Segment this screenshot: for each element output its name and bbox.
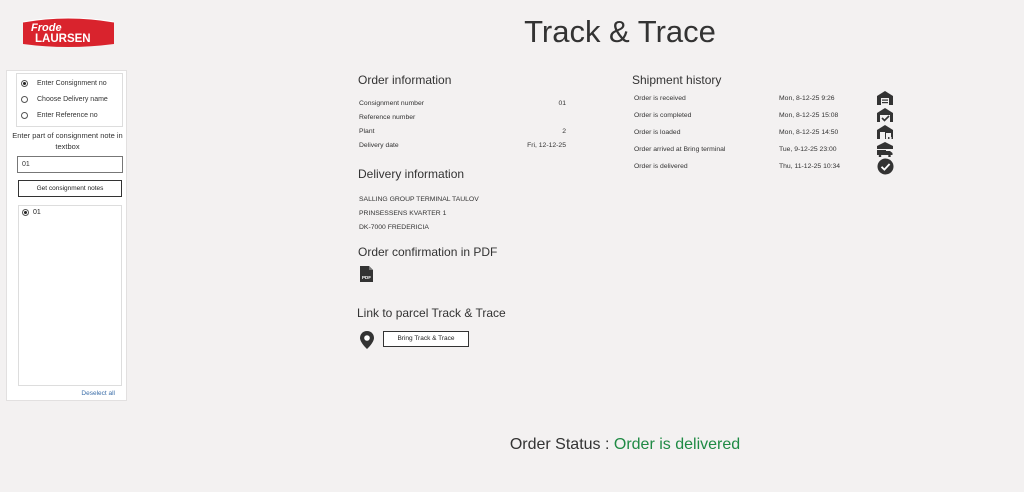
bring-track-trace-button[interactable]: Bring Track & Trace [383, 331, 469, 347]
delivery-address-line: SALLING GROUP TERMINAL TAULOV [359, 196, 479, 203]
order-row-value: 2 [562, 128, 566, 135]
option-reference[interactable]: Enter Reference no [21, 112, 98, 119]
radio-icon[interactable] [21, 80, 28, 87]
delivery-info-heading: Delivery information [358, 167, 465, 181]
history-event: Order is received [634, 95, 686, 102]
loading-icon [876, 124, 894, 140]
truck-terminal-icon [876, 141, 894, 158]
warehouse-done-icon [876, 107, 894, 123]
radio-icon[interactable] [21, 112, 28, 119]
order-info-heading: Order information [358, 73, 452, 87]
delivered-check-icon [877, 158, 894, 175]
list-item[interactable]: 01 [22, 209, 41, 216]
order-row-label: Consignment number [359, 100, 424, 107]
page-title: Track & Trace [524, 14, 716, 49]
order-row-value: 01 [558, 100, 566, 107]
svg-text:LAURSEN: LAURSEN [35, 33, 91, 45]
shipment-history-heading: Shipment history [632, 73, 722, 87]
history-time: Tue, 9-12-25 23:00 [779, 146, 837, 153]
history-event: Order is loaded [634, 129, 681, 136]
history-time: Thu, 11-12-25 10:34 [779, 163, 841, 170]
company-logo: Frode LAURSEN [21, 14, 116, 50]
order-status-value: Order is delivered [613, 436, 741, 453]
search-sidebar: Enter Consignment no Choose Delivery nam… [6, 70, 127, 401]
order-row-value: Fri, 12-12-25 [527, 142, 566, 149]
history-event: Order is delivered [634, 163, 688, 170]
history-event: Order arrived at Bring terminal [634, 146, 726, 153]
order-status-label: Order Status : [509, 436, 610, 453]
history-time: Mon, 8-12-25 14:50 [779, 129, 839, 136]
option-delivery-name[interactable]: Choose Delivery name [21, 96, 108, 103]
history-time: Mon, 8-12-25 15:08 [779, 112, 839, 119]
history-event: Order is completed [634, 112, 692, 119]
order-row-label: Reference number [359, 114, 416, 121]
get-consignment-notes-button[interactable]: Get consignment notes [18, 180, 122, 197]
delivery-address-line: PRINSESSENS KVARTER 1 [359, 210, 447, 217]
consignment-list: 01 [18, 205, 122, 386]
order-status: Order Status : Order is delivered [440, 436, 810, 454]
parcel-heading: Link to parcel Track & Trace [357, 306, 506, 320]
search-help-text: Enter part of consignment note in textbo… [12, 131, 123, 151]
history-time: Mon, 8-12-25 9:26 [779, 95, 835, 102]
delivery-address-line: DK-7000 FREDERICIA [359, 224, 429, 231]
order-row-label: Delivery date [359, 142, 399, 149]
radio-icon[interactable] [22, 209, 29, 216]
location-pin-icon [359, 330, 375, 350]
option-consignment[interactable]: Enter Consignment no [21, 80, 107, 87]
svg-text:PDF: PDF [362, 275, 371, 280]
consignment-search-input[interactable]: 01 [17, 156, 123, 173]
pdf-heading: Order confirmation in PDF [358, 245, 498, 259]
warehouse-icon [876, 90, 894, 106]
pdf-file-icon[interactable]: PDF [359, 265, 374, 283]
radio-icon[interactable] [21, 96, 28, 103]
deselect-all-link[interactable]: Deselect all [81, 390, 115, 397]
order-row-label: Plant [359, 128, 375, 135]
search-mode-group: Enter Consignment no Choose Delivery nam… [16, 73, 123, 127]
